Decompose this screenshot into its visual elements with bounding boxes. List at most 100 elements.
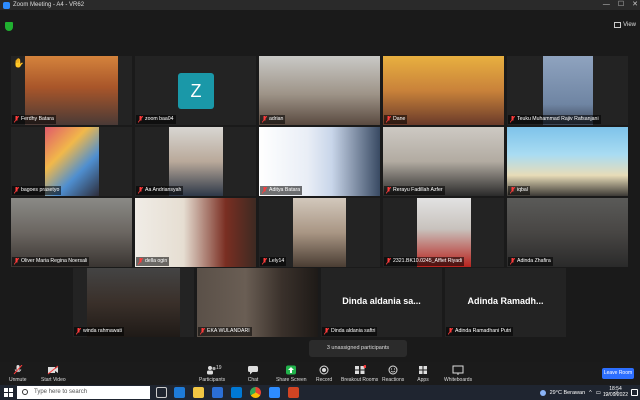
leave-room-button[interactable]: Leave Room	[602, 368, 634, 379]
video-tile[interactable]: della ogin	[135, 198, 256, 267]
store-icon[interactable]	[231, 387, 242, 398]
record-button[interactable]: Record	[316, 365, 332, 383]
share-screen-button[interactable]: Share Screen	[276, 365, 307, 383]
start-video-button[interactable]: Start Video	[41, 365, 66, 383]
participants-count: 19	[216, 365, 222, 371]
participant-name: Dinda aldania saftri	[322, 327, 378, 336]
video-tile[interactable]: Adinda Ramadh... Adinda Ramadhani Putri	[445, 268, 566, 337]
clock-date: 12/09/2022	[602, 392, 628, 398]
unmute-button[interactable]: Unmute	[9, 364, 27, 383]
muted-mic-icon	[323, 327, 330, 335]
participant-name: winda rahmawati	[74, 327, 124, 336]
window-title: Zoom Meeting - A4 - VR62	[13, 2, 85, 8]
video-tile[interactable]: ✋ Ferdhy Batara	[11, 56, 132, 125]
chat-button[interactable]: Chat	[247, 365, 259, 383]
file-explorer-icon[interactable]	[193, 387, 204, 398]
video-tile[interactable]: adrian	[259, 56, 380, 125]
microphone-muted-icon	[12, 364, 24, 375]
participant-name: Ferdhy Batara	[12, 115, 56, 124]
whiteboards-label: Whiteboards	[444, 377, 473, 383]
participant-name: Aditya Batara	[260, 186, 303, 195]
powerpoint-icon[interactable]	[288, 387, 299, 398]
zoom-app-icon[interactable]	[269, 387, 280, 398]
muted-mic-icon	[13, 186, 20, 194]
unassigned-participants-tooltip[interactable]: 3 unassigned participants	[309, 340, 407, 357]
minimize-button[interactable]: —	[603, 0, 610, 10]
video-tile[interactable]: iqbal	[507, 127, 628, 196]
video-tile[interactable]: Teuku Muhammad Rajiv Rafsanjani	[507, 56, 628, 125]
taskbar-search-input[interactable]: Type here to search	[17, 386, 150, 399]
edge-browser-icon[interactable]	[174, 387, 185, 398]
participant-name: bagoes prasetyo	[12, 186, 62, 195]
video-tile[interactable]: Dane	[383, 56, 504, 125]
video-tile[interactable]: winda rahmawati	[73, 268, 194, 337]
participant-name: Rerayu Fadillah Azfer	[384, 186, 445, 195]
video-tile[interactable]: Rerayu Fadillah Azfer	[383, 127, 504, 196]
participant-name: Teuku Muhammad Rajiv Rafsanjani	[508, 115, 601, 124]
battery-icon[interactable]: ▭	[596, 390, 601, 396]
participant-name: Aa Andriansyah	[136, 186, 184, 195]
grid-view-icon	[614, 22, 622, 28]
window-controls: — ☐ ✕	[603, 0, 638, 10]
video-tile[interactable]: Adinda Zhafira	[507, 198, 628, 267]
participant-name: Oliver Maria Regina Noersali	[12, 257, 90, 266]
participant-name: Dane	[384, 115, 408, 124]
windows-taskbar: Type here to search 29°C Berawan ^ ▭ ◡ ◁…	[0, 385, 640, 400]
chevron-up-icon[interactable]: ^	[589, 390, 592, 396]
windows-start-icon[interactable]	[4, 388, 13, 397]
task-view-icon[interactable]	[156, 387, 167, 398]
participant-name: zoom baa04	[136, 115, 176, 124]
muted-mic-icon	[13, 115, 20, 123]
video-tile[interactable]: 2321.BK10.0245_Affiet Riyadi	[383, 198, 504, 267]
reactions-label: Reactions	[382, 377, 405, 383]
breakout-rooms-button[interactable]: Breakout Rooms	[341, 365, 378, 383]
maximize-button[interactable]: ☐	[618, 0, 624, 10]
participant-avatar: Z	[178, 73, 214, 109]
raise-hand-icon: ✋	[13, 58, 25, 68]
participant-display-name: Dinda aldania sa...	[342, 296, 421, 306]
chat-icon	[247, 365, 259, 375]
muted-mic-icon	[509, 257, 516, 265]
taskbar-clock[interactable]: 18:54 12/09/2022	[603, 386, 628, 398]
participant-name: Lely14	[260, 257, 287, 266]
participant-name: della ogin	[136, 257, 170, 266]
whiteboards-button[interactable]: Whiteboards	[444, 365, 472, 383]
apps-button[interactable]: Apps	[417, 365, 429, 383]
view-button[interactable]: View	[614, 22, 636, 28]
video-tile[interactable]: Lely14	[259, 198, 380, 267]
security-shield-icon[interactable]	[5, 22, 13, 31]
muted-mic-icon	[261, 186, 268, 194]
active-speaker-tile[interactable]: Aditya Batara	[259, 127, 380, 196]
participant-name: Adinda Ramadhani Putri	[446, 327, 514, 336]
muted-mic-icon	[447, 327, 454, 335]
mail-icon[interactable]	[212, 387, 223, 398]
cloud-weather-icon	[539, 389, 546, 396]
reactions-icon	[387, 365, 399, 375]
close-button[interactable]: ✕	[632, 0, 638, 10]
participant-name: adrian	[260, 115, 286, 124]
muted-mic-icon	[137, 115, 144, 123]
notification-icon[interactable]	[631, 389, 638, 396]
video-tile[interactable]: bagoes prasetyo	[11, 127, 132, 196]
reactions-button[interactable]: Reactions	[382, 365, 404, 383]
participant-name: iqbal	[508, 186, 530, 195]
muted-mic-icon	[261, 115, 268, 123]
muted-mic-icon	[385, 115, 392, 123]
record-label: Record	[316, 377, 333, 383]
record-icon	[318, 365, 330, 375]
video-tile[interactable]: EKA WULANDARI	[197, 268, 318, 337]
video-tile[interactable]: Aa Andriansyah	[135, 127, 256, 196]
muted-mic-icon	[385, 186, 392, 194]
weather-text[interactable]: 29°C Berawan	[550, 390, 586, 396]
breakout-rooms-label: Breakout Rooms	[341, 377, 379, 383]
video-tile[interactable]: Oliver Maria Regina Noersali	[11, 198, 132, 267]
chrome-browser-icon[interactable]	[250, 387, 261, 398]
search-placeholder: Type here to search	[34, 389, 88, 395]
start-video-label: Start Video	[41, 377, 66, 383]
video-tile[interactable]: Z zoom baa04	[135, 56, 256, 125]
participant-display-name: Adinda Ramadh...	[467, 296, 544, 306]
muted-mic-icon	[199, 327, 206, 335]
video-tile[interactable]: Dinda aldania sa... Dinda aldania saftri	[321, 268, 442, 337]
muted-mic-icon	[137, 257, 144, 265]
title-bar: Zoom Meeting - A4 - VR62 — ☐ ✕	[0, 0, 640, 10]
